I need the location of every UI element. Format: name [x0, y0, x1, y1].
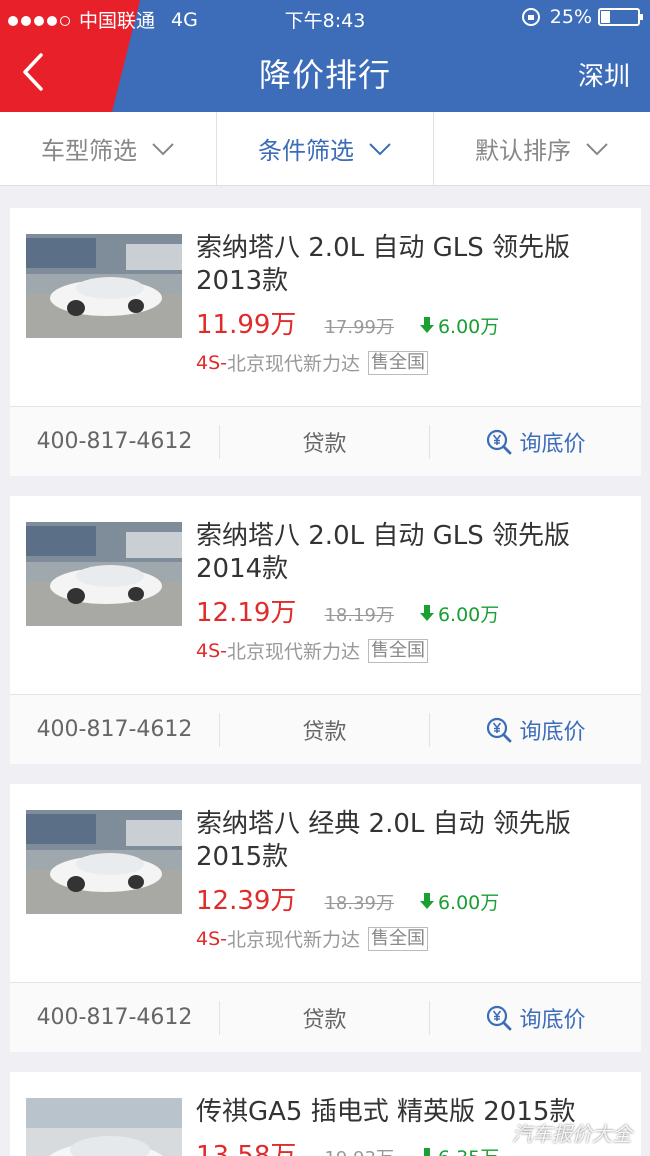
chevron-down-icon — [369, 142, 391, 155]
yuan-search-icon — [487, 1005, 512, 1030]
battery-percent: 25% — [549, 6, 592, 28]
header: 中国联通 4G 下午8:43 25% 降价排行 深圳 — [0, 0, 650, 112]
price-drop-value: 6.00万 — [437, 891, 500, 914]
car-thumbnail — [26, 1098, 182, 1156]
arrow-down-icon — [419, 1148, 434, 1156]
car-card[interactable]: 索纳塔八 经典 2.0L 自动 领先版 2015款 12.39万 18.39万 … — [10, 784, 641, 1052]
call-dealer-button[interactable]: 400-817-4612 — [10, 712, 220, 747]
price-row: 11.99万 17.99万 6.00万 — [196, 304, 631, 341]
status-right: 25% — [521, 6, 643, 28]
sales-scope-badge: 售全国 — [368, 350, 429, 375]
call-dealer-button[interactable]: 400-817-4612 — [10, 424, 220, 459]
original-price: 17.99万 — [324, 317, 394, 338]
filter-label: 车型筛选 — [41, 137, 137, 165]
price-drop: 6.00万 — [419, 600, 500, 627]
inquiry-label: 询底价 — [519, 719, 586, 745]
chevron-down-icon — [152, 142, 174, 155]
dealer-row: 4S- 北京现代新力达 售全国 — [196, 349, 631, 376]
card-actions: 400-817-4612 贷款 询底价 — [10, 406, 641, 476]
inquiry-button[interactable]: 询底价 — [430, 713, 641, 747]
city-selector[interactable]: 深圳 — [578, 56, 630, 93]
dealer-name: 北京现代新力达 — [227, 353, 361, 375]
dealer-row: 4S- 北京现代新力达 售全国 — [196, 925, 631, 952]
watermark: 汽车报价大全 — [512, 1122, 632, 1146]
price-drop: 6.35万 — [419, 1143, 499, 1156]
card-actions: 400-817-4612 贷款 询底价 — [10, 694, 641, 764]
current-price: 12.39万 — [196, 886, 297, 916]
card-actions: 400-817-4612 贷款 询底价 — [10, 982, 641, 1052]
original-price: 19.93万 — [324, 1144, 394, 1156]
price-drop-value: 6.00万 — [437, 315, 500, 338]
car-info: 索纳塔八 2.0L 自动 GLS 领先版 2013款 11.99万 17.99万… — [196, 232, 631, 376]
dealer-name: 北京现代新力达 — [227, 929, 361, 951]
sales-scope-badge: 售全国 — [368, 926, 429, 951]
loan-button[interactable]: 贷款 — [220, 424, 430, 459]
inquiry-button[interactable]: 询底价 — [430, 1001, 641, 1035]
filter-sort[interactable]: 默认排序 — [434, 112, 650, 185]
page-title: 降价排行 — [258, 56, 391, 94]
filter-condition[interactable]: 条件筛选 — [217, 112, 434, 185]
price-drop: 6.00万 — [419, 312, 500, 339]
price-row: 12.19万 18.19万 6.00万 — [196, 592, 631, 629]
car-thumbnail — [26, 234, 182, 338]
dealer-row: 4S- 北京现代新力达 售全国 — [196, 637, 631, 664]
car-thumbnail — [26, 810, 182, 914]
filter-label: 默认排序 — [475, 137, 571, 165]
loan-button[interactable]: 贷款 — [220, 712, 430, 747]
filter-model[interactable]: 车型筛选 — [0, 112, 217, 185]
current-price: 11.99万 — [196, 310, 297, 340]
car-info: 索纳塔八 2.0L 自动 GLS 领先版 2014款 12.19万 18.19万… — [196, 520, 631, 664]
arrow-down-icon — [419, 605, 434, 621]
rotation-lock-icon — [521, 8, 540, 26]
original-price: 18.19万 — [324, 605, 394, 626]
battery-icon — [598, 8, 643, 26]
status-bar: 中国联通 4G 下午8:43 25% — [0, 0, 650, 36]
current-price: 13.58万 — [196, 1141, 297, 1156]
car-card[interactable]: 索纳塔八 2.0L 自动 GLS 领先版 2013款 11.99万 17.99万… — [10, 208, 641, 476]
filter-bar: 车型筛选 条件筛选 默认排序 — [0, 112, 650, 186]
price-drop-value: 6.35万 — [438, 1143, 499, 1156]
chevron-down-icon — [586, 142, 608, 155]
car-name: 索纳塔八 2.0L 自动 GLS 领先版 2014款 — [196, 521, 571, 584]
car-card[interactable]: 索纳塔八 2.0L 自动 GLS 领先版 2014款 12.19万 18.19万… — [10, 496, 641, 764]
dealer-type: 4S- — [196, 639, 228, 662]
car-info: 索纳塔八 经典 2.0L 自动 领先版 2015款 12.39万 18.39万 … — [196, 808, 631, 952]
yuan-search-icon — [487, 429, 512, 454]
arrow-down-icon — [419, 317, 434, 333]
inquiry-label: 询底价 — [519, 1007, 586, 1033]
dealer-type: 4S- — [196, 351, 228, 374]
arrow-down-icon — [419, 893, 434, 909]
sales-scope-badge: 售全国 — [368, 638, 429, 663]
call-dealer-button[interactable]: 400-817-4612 — [10, 1000, 220, 1035]
price-drop: 6.00万 — [419, 888, 500, 915]
filter-label: 条件筛选 — [258, 137, 354, 165]
price-row: 12.39万 18.39万 6.00万 — [196, 880, 631, 917]
navbar: 降价排行 深圳 — [0, 36, 650, 112]
original-price: 18.39万 — [324, 893, 394, 914]
car-thumbnail — [26, 522, 182, 626]
car-name: 索纳塔八 经典 2.0L 自动 领先版 2015款 — [196, 809, 571, 872]
price-drop-value: 6.00万 — [437, 603, 500, 626]
inquiry-label: 询底价 — [519, 431, 586, 457]
current-price: 12.19万 — [196, 598, 297, 628]
dealer-name: 北京现代新力达 — [227, 641, 361, 663]
dealer-type: 4S- — [196, 927, 228, 950]
yuan-search-icon — [487, 717, 512, 742]
inquiry-button[interactable]: 询底价 — [430, 425, 641, 459]
car-name: 索纳塔八 2.0L 自动 GLS 领先版 2013款 — [196, 233, 571, 296]
loan-button[interactable]: 贷款 — [220, 1000, 430, 1035]
